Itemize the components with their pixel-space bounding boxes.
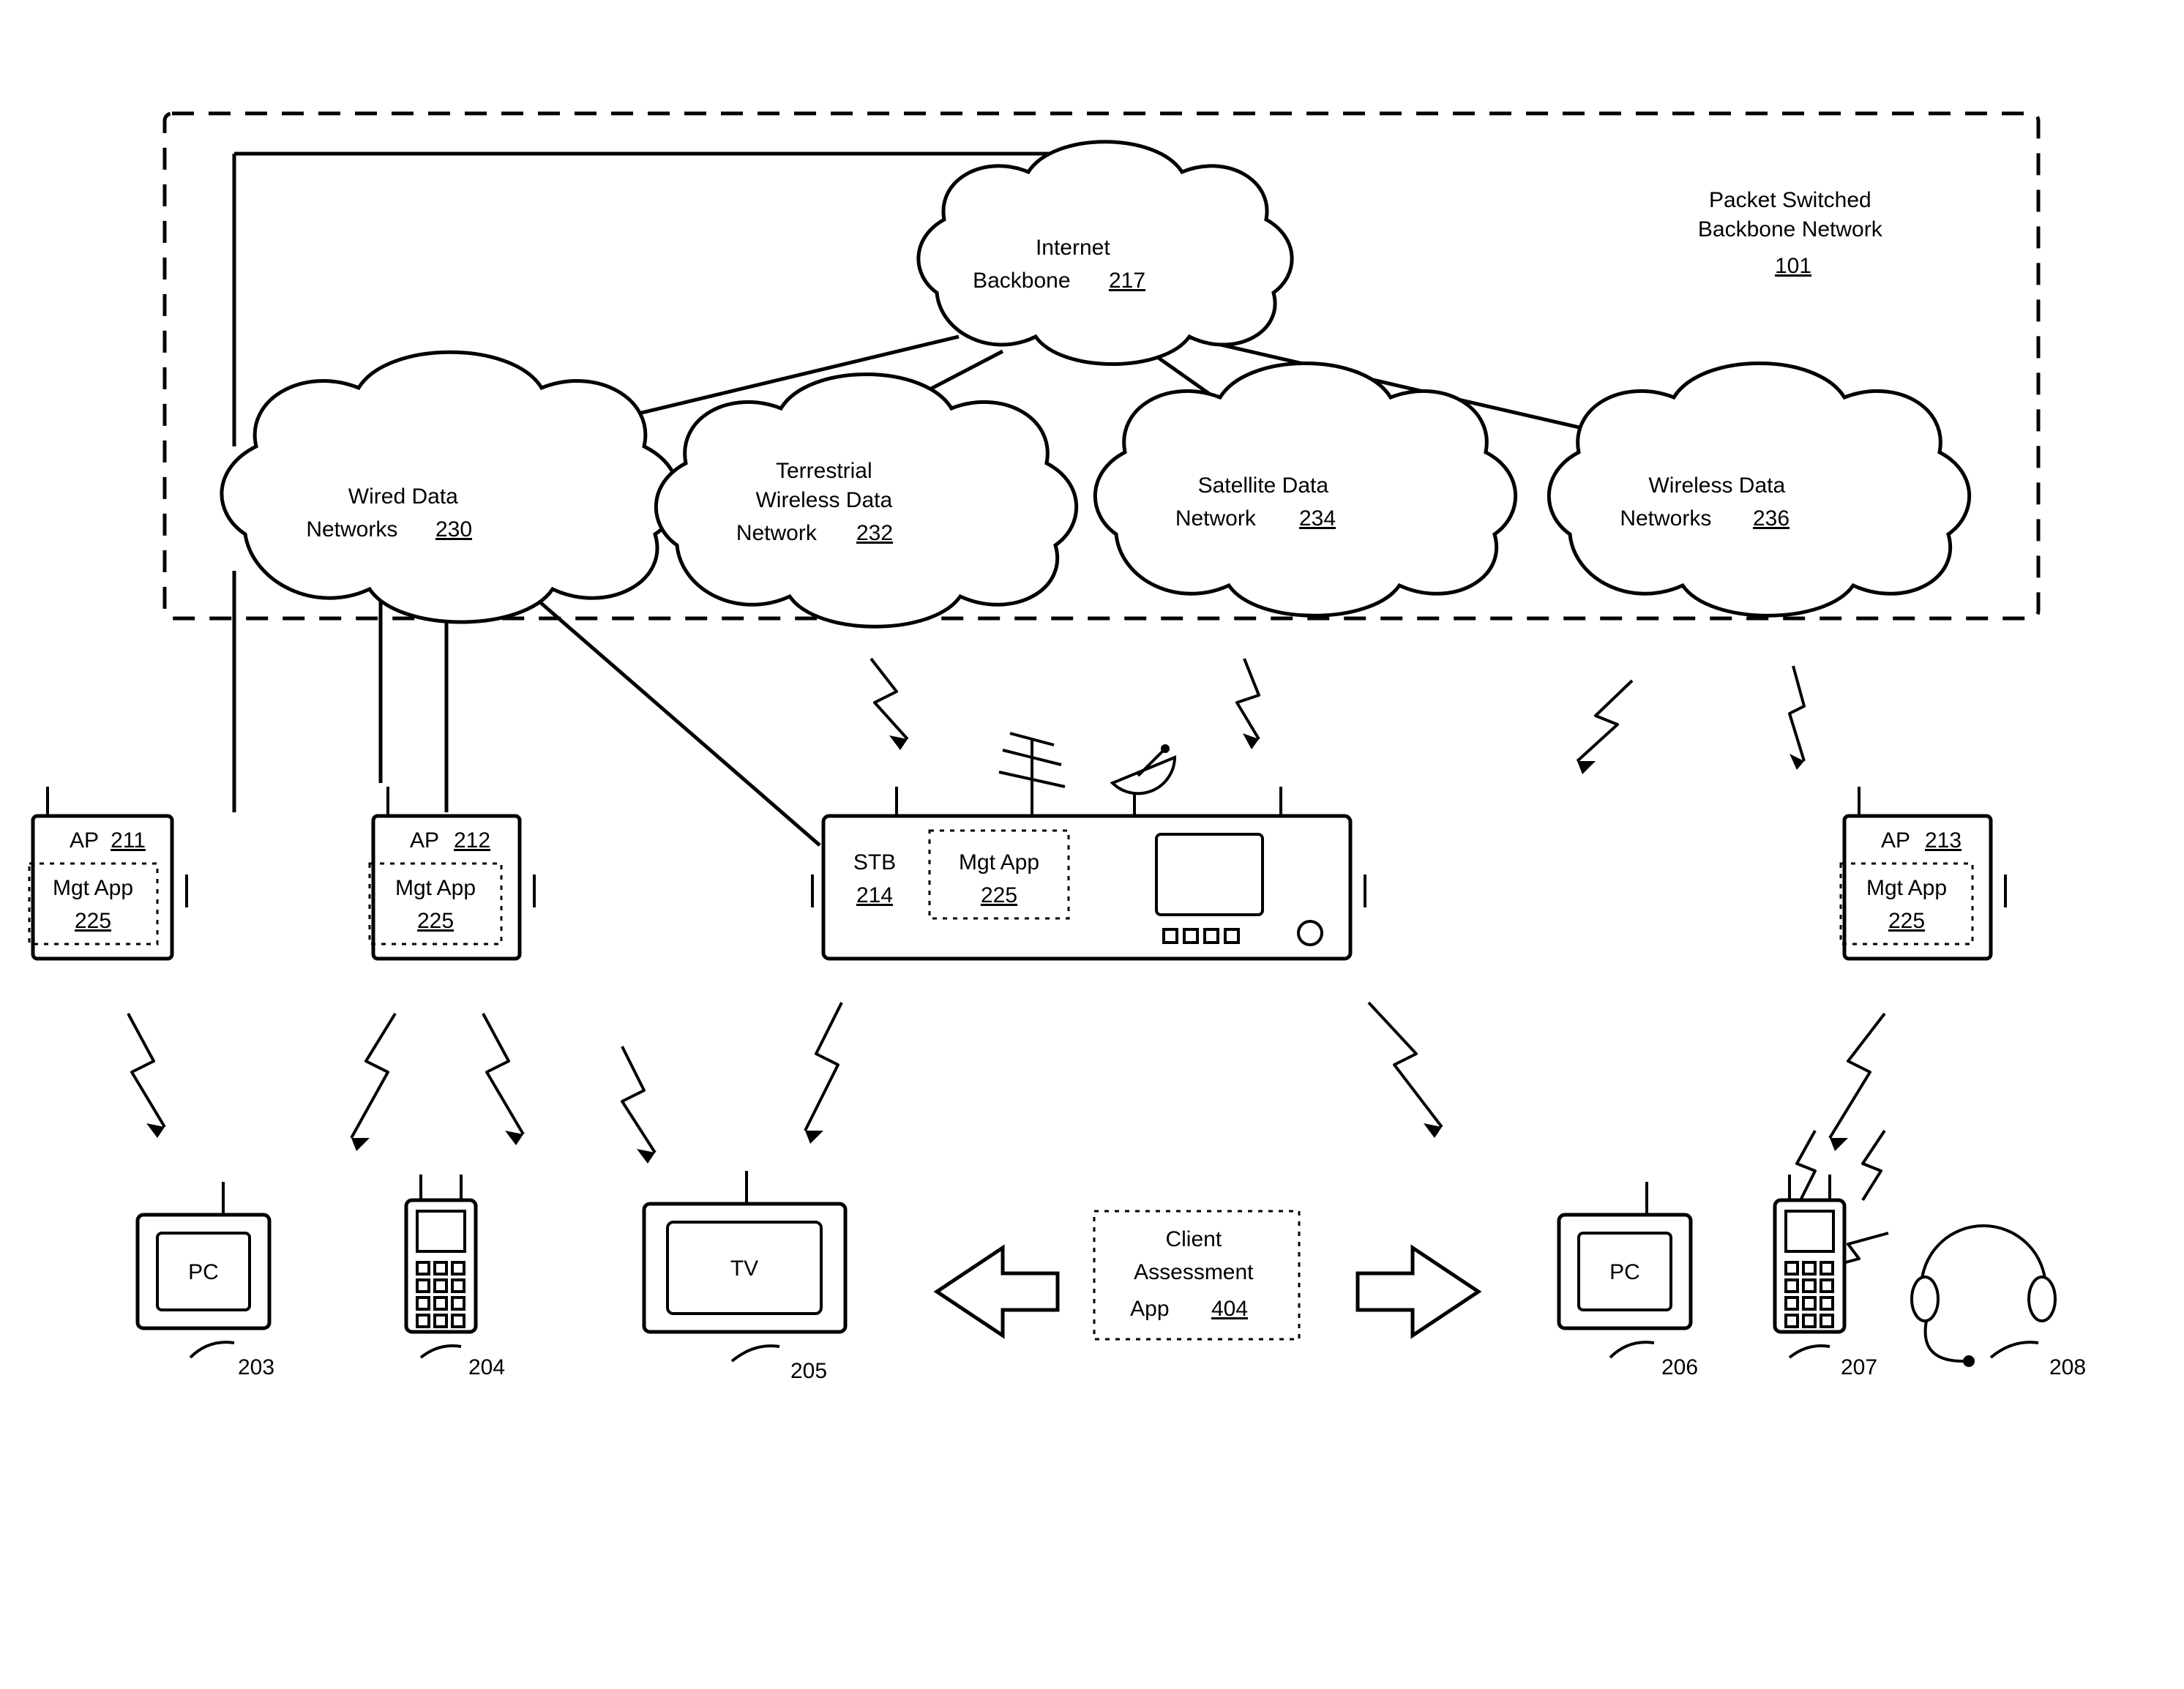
svg-text:Client Assessment: Client Assessment App 404 <box>1130 1227 1260 1321</box>
svg-text:PC: PC <box>188 1260 219 1284</box>
svg-text:205: 205 <box>790 1359 827 1383</box>
svg-text:PC: PC <box>1609 1260 1640 1284</box>
client-assessment-app: Client Assessment App 404 <box>1094 1211 1299 1339</box>
cloud-satellite-data: Satellite Data Network 234 <box>1095 364 1515 616</box>
arrow-right <box>1358 1248 1478 1336</box>
svg-text:208: 208 <box>2049 1355 2086 1379</box>
backbone-label: Packet Switched Backbone Network 101 <box>1698 188 1888 278</box>
cloud-wireless-data: Wireless Data Networks 236 <box>1549 364 1969 616</box>
bolts-upper <box>871 659 1804 774</box>
ap-212: AP212 Mgt App225 <box>370 787 534 959</box>
diagram: Packet Switched Backbone Network 101 Int… <box>0 0 2184 1689</box>
cloud-wired-data: Wired Data Networks 230 <box>222 352 678 622</box>
svg-text:203: 203 <box>238 1355 274 1379</box>
cloud-internet-backbone: Internet Backbone 217 <box>919 142 1292 364</box>
pc-206: PC 206 <box>1559 1182 1698 1379</box>
headset-208: 208 <box>1912 1226 2086 1379</box>
phone-204: 204 <box>406 1175 505 1379</box>
phone-207: 207 <box>1775 1175 1877 1379</box>
ap-213: AP213 Mgt App225 <box>1841 787 2005 959</box>
ap-211: AP211 Mgt App225 <box>29 787 187 959</box>
cloud-terrestrial-wireless: Terrestrial Wireless Data Network 232 <box>656 375 1076 627</box>
tv-205: TV 205 <box>644 1171 845 1383</box>
stb-214: STB214 Mgt App225 <box>812 733 1365 959</box>
svg-text:207: 207 <box>1841 1355 1877 1379</box>
svg-text:TV: TV <box>730 1257 758 1281</box>
arrow-left <box>937 1248 1058 1336</box>
pc-203: PC 203 <box>138 1182 274 1379</box>
svg-text:206: 206 <box>1661 1355 1698 1379</box>
svg-text:204: 204 <box>468 1355 505 1379</box>
